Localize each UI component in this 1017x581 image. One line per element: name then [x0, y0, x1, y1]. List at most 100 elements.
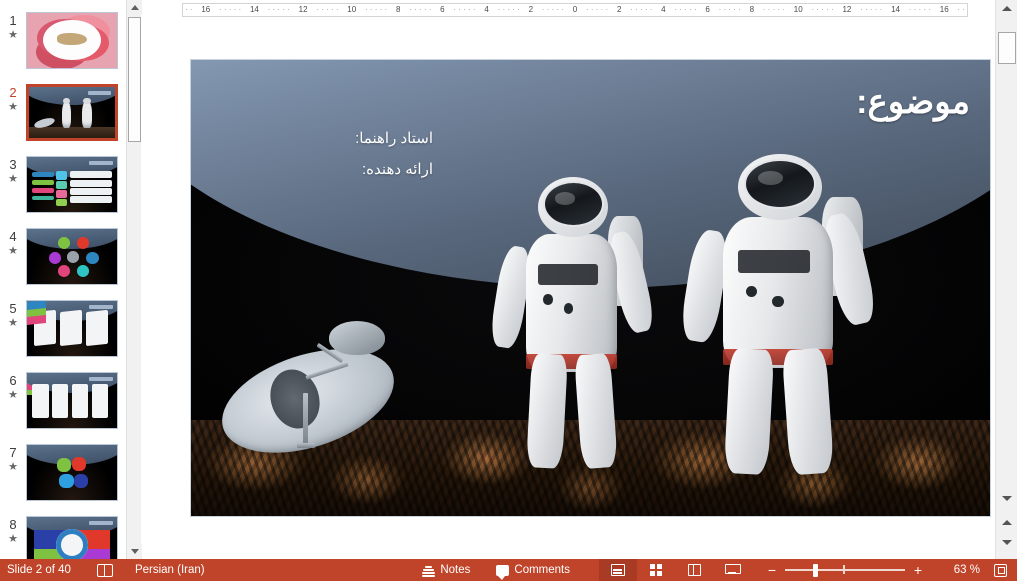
slide-number: 5: [9, 301, 16, 316]
mini-slide-radial-chart: [27, 517, 117, 559]
satellite-dish: [219, 317, 424, 452]
slide-number: 6: [9, 373, 16, 388]
scroll-up-icon: [1002, 6, 1012, 11]
slide-sorter-view-button[interactable]: [637, 559, 675, 581]
zoom-level-indicator[interactable]: 63 %: [931, 559, 987, 581]
animation-star-icon: ★: [8, 245, 18, 258]
slide-thumbnail-1[interactable]: 1 ★: [0, 12, 126, 84]
zoom-slider-midpoint: [843, 565, 845, 574]
fit-slide-to-window-icon: [994, 564, 1007, 577]
thumbnail-pane-scrollbar[interactable]: [126, 0, 141, 559]
mini-column: [72, 384, 88, 418]
mini-title: [89, 161, 112, 165]
mini-card: [56, 171, 67, 179]
thumbnail-image[interactable]: [26, 228, 118, 285]
zoom-in-button[interactable]: +: [905, 559, 931, 581]
mini-card: [70, 188, 111, 195]
slide-subtitle-presenter[interactable]: ارائه دهنده:: [362, 160, 433, 180]
mini-node: [77, 265, 90, 277]
ruler-tick: 6: [705, 5, 709, 15]
ruler-dots: · · · · ·: [811, 5, 833, 15]
reading-view-button[interactable]: [675, 559, 713, 581]
canvas-vertical-scrollbar[interactable]: [995, 0, 1017, 559]
astronaut-visor: [545, 183, 602, 225]
slide-thumbnail-5[interactable]: 5 ★: [0, 300, 126, 372]
previous-slide-icon: [1002, 520, 1012, 525]
ruler-tick: 4: [661, 5, 665, 15]
canvas-scrollbar-thumb[interactable]: [998, 32, 1016, 64]
mini-node: [86, 252, 99, 264]
next-slide-icon: [1002, 540, 1012, 545]
language-name[interactable]: Persian (Iran): [128, 559, 212, 581]
previous-slide-button[interactable]: [996, 514, 1017, 531]
astronaut-left: [491, 168, 649, 468]
slide-thumbnail-4[interactable]: 4 ★: [0, 228, 126, 300]
reading-view-icon: [688, 564, 701, 576]
mini-column: [92, 384, 108, 418]
astronaut-leg: [781, 347, 833, 475]
mini-slide-three-panels: [27, 301, 117, 356]
ruler-tick: 14: [891, 5, 900, 15]
mini-node: [72, 457, 86, 471]
notes-button[interactable]: Notes: [415, 559, 477, 581]
mini-node: [58, 237, 71, 249]
fit-slide-to-window-button[interactable]: [987, 559, 1017, 581]
ruler-tick: 14: [250, 5, 259, 15]
thumbnail-image[interactable]: [26, 372, 118, 429]
slide-number: 7: [9, 445, 16, 460]
mini-astronaut: [82, 101, 91, 128]
mini-title: [89, 377, 112, 381]
thumbnail-scroll-up-button[interactable]: [127, 0, 142, 15]
status-bar: Slide 2 of 40 Persian (Iran) Notes Comme…: [0, 559, 1017, 581]
slide-show-icon: [725, 564, 739, 576]
mini-slide-cluster-diagram: [27, 445, 117, 500]
slide-editing-canvas[interactable]: موضوع: استاد راهنما: ارائه دهنده:: [142, 20, 995, 559]
ruler-tick: 10: [794, 5, 803, 15]
thumbnail-meta: 8 ★: [0, 516, 26, 546]
ruler-tick: 16: [201, 5, 210, 15]
thumbnail-scroll-down-button[interactable]: [127, 544, 142, 559]
zoom-out-button[interactable]: −: [759, 559, 785, 581]
thumbnail-image[interactable]: [26, 84, 118, 141]
thumbnail-image[interactable]: [26, 12, 118, 69]
thumbnail-image[interactable]: [26, 516, 118, 559]
slide-thumbnail-8[interactable]: 8 ★: [0, 516, 126, 559]
astronaut-detail: [564, 303, 573, 314]
ruler-dots: · · · · ·: [586, 5, 608, 15]
normal-view-button[interactable]: [599, 559, 637, 581]
thumbnail-image[interactable]: [26, 300, 118, 357]
animation-star-icon: ★: [8, 461, 18, 474]
language-proofing-icon: [97, 564, 111, 576]
ruler-dots: · · · · ·: [219, 5, 241, 15]
canvas-scroll-down-button[interactable]: [996, 490, 1017, 507]
slide-thumbnail-3[interactable]: 3 ★: [0, 156, 126, 228]
astronaut-right: [681, 144, 871, 474]
thumbnail-meta: 6 ★: [0, 372, 26, 402]
slide-title-placeholder[interactable]: موضوع:: [856, 82, 970, 122]
language-indicator[interactable]: [90, 559, 118, 581]
zoom-slider-handle[interactable]: [813, 564, 818, 577]
slide-subtitle-supervisor[interactable]: استاد راهنما:: [355, 129, 433, 149]
canvas-scroll-up-button[interactable]: [996, 0, 1017, 17]
thumbnail-image[interactable]: [26, 156, 118, 213]
comments-button[interactable]: Comments: [489, 559, 577, 581]
current-slide[interactable]: موضوع: استاد راهنما: ارائه دهنده:: [190, 59, 991, 517]
astronaut-leg: [723, 348, 773, 476]
slide-thumbnail-7[interactable]: 7 ★: [0, 444, 126, 516]
thumbnail-scrollbar-thumb[interactable]: [128, 17, 141, 142]
slide-count-indicator[interactable]: Slide 2 of 40: [0, 559, 78, 581]
zoom-slider[interactable]: [785, 563, 905, 577]
ruler-dots: · · · · ·: [630, 5, 652, 15]
next-slide-button[interactable]: [996, 534, 1017, 551]
slide-thumbnail-6[interactable]: 6 ★: [0, 372, 126, 444]
ruler-tick: 2: [617, 5, 621, 15]
ruler-tick: 6: [440, 5, 444, 15]
mini-card: [56, 190, 67, 198]
thumbnail-meta: 1 ★: [0, 12, 26, 42]
mini-card: [32, 180, 54, 185]
slide-thumbnail-pane[interactable]: 1 ★ 2 ★: [0, 0, 126, 559]
ruler-dots: · · · · ·: [498, 5, 520, 15]
slide-thumbnail-2[interactable]: 2 ★: [0, 84, 126, 156]
slide-show-button[interactable]: [713, 559, 751, 581]
thumbnail-image[interactable]: [26, 444, 118, 501]
